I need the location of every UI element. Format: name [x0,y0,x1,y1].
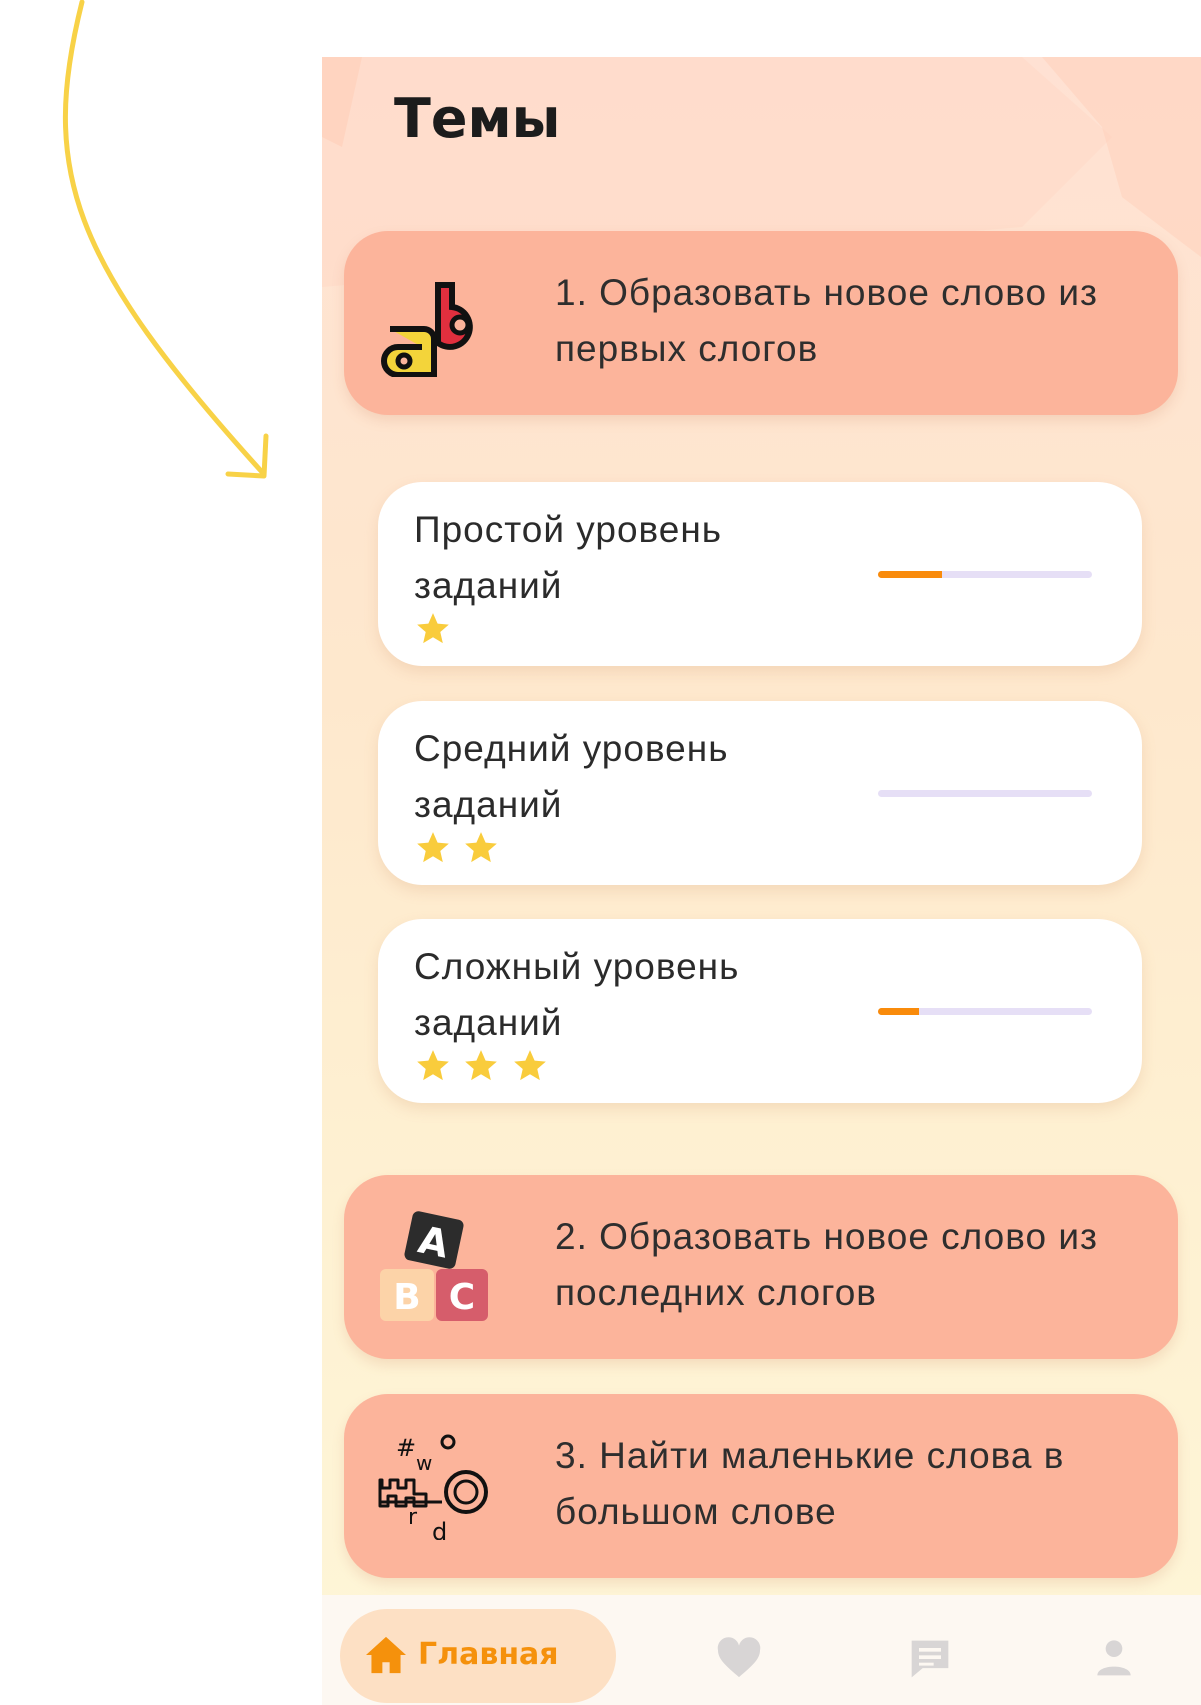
level-card-easy[interactable]: Простой уровень заданий [378,482,1142,666]
topic-label: 1. Образовать новое слово из первых слог… [555,272,1098,369]
topic-label: 2. Образовать новое слово из последних с… [555,1216,1098,1313]
level-label: Простой уровень заданий [414,509,723,606]
difficulty-stars [414,610,458,650]
bottom-navigation: Главная [322,1595,1201,1705]
app-screen: Темы 1. Образовать новое слово из первых… [322,57,1201,1705]
star-icon [465,832,498,863]
svg-text:d: d [432,1518,447,1540]
level-card-medium[interactable]: Средний уровень заданий [378,701,1142,885]
star-icon [417,1050,449,1081]
star-icon [417,832,449,863]
svg-text:B: B [393,1277,420,1318]
progress-fill [878,1008,919,1015]
nav-home-label: Главная [418,1637,559,1672]
key-word-icon: # w r d [378,1434,488,1540]
level-label: Средний уровень заданий [414,728,729,825]
star-icon [465,1050,498,1081]
topic-card-3[interactable]: # w r d 3. Найти маленькие слова в больш… [344,1394,1178,1578]
nav-home-button[interactable]: Главная [340,1609,616,1703]
profile-icon[interactable] [1094,1637,1134,1677]
svg-text:w: w [416,1451,432,1475]
page-title: Темы [394,87,561,150]
difficulty-stars [414,1047,555,1087]
difficulty-stars [414,829,506,869]
topic-card-1[interactable]: 1. Образовать новое слово из первых слог… [344,231,1178,415]
star-icon [514,1050,546,1081]
svg-text:C: C [449,1277,475,1318]
progress-bar [878,1008,1092,1015]
chat-icon[interactable] [907,1637,953,1681]
topic-label: 3. Найти маленькие слова в большом слове [555,1435,1065,1532]
svg-text:#: # [396,1434,416,1462]
abc-blocks-icon: A B C [380,1211,488,1321]
home-icon [366,1636,406,1674]
level-label: Сложный уровень заданий [414,946,740,1043]
heart-icon[interactable] [716,1637,762,1679]
topic-card-2[interactable]: A B C 2. Образовать новое слово из после… [344,1175,1178,1359]
annotation-arrow-icon [62,0,269,479]
star-icon [417,613,449,644]
level-card-hard[interactable]: Сложный уровень заданий [378,919,1142,1103]
progress-bar [878,571,1092,578]
svg-text:r: r [408,1505,418,1530]
progress-bar [878,790,1092,797]
progress-fill [878,571,943,578]
ab-letters-icon [381,282,473,377]
